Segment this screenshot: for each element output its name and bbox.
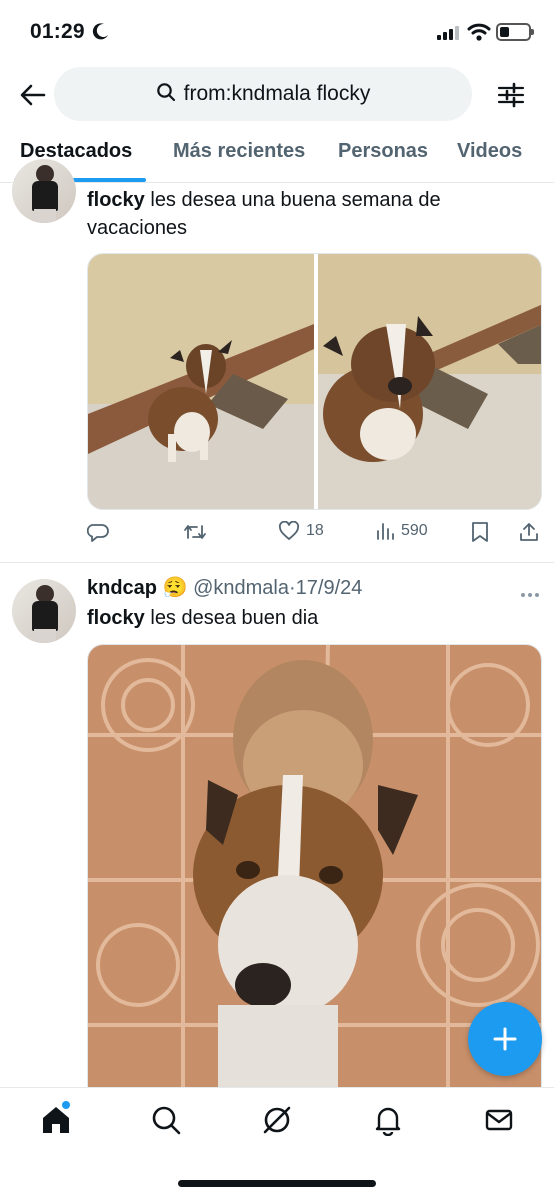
avatar[interactable]	[12, 579, 76, 643]
messages-icon[interactable]	[483, 1104, 515, 1136]
bookmark-button[interactable]	[471, 521, 489, 543]
grok-icon[interactable]	[261, 1104, 293, 1136]
compose-button[interactable]	[468, 1002, 542, 1076]
status-time: 01:29	[30, 20, 85, 43]
avatar[interactable]	[12, 159, 76, 223]
back-arrow-icon[interactable]	[18, 80, 48, 110]
tweet-header: kndcap 😮‍💨 @kndmala·17/9/24	[87, 577, 363, 599]
author-emoji: 😮‍💨	[162, 577, 188, 599]
home-indicator	[178, 1180, 376, 1187]
tweet[interactable]: kndcap 😮‍💨 @kndmala·17/9/24 flocky les d…	[0, 563, 554, 1093]
tweet-text: flocky les desea buen dia	[87, 607, 319, 629]
like-count: 18	[306, 522, 324, 539]
search-icon	[156, 82, 176, 107]
search-tabs: Destacados Más recientes Personas Videos	[0, 128, 554, 183]
tweet-actions: 18 590	[87, 521, 542, 551]
views-button[interactable]: 590	[375, 521, 428, 541]
view-count: 590	[401, 522, 428, 539]
tab-mas-recientes[interactable]: Más recientes	[173, 140, 305, 163]
battery-icon	[496, 23, 534, 41]
author-handle[interactable]: @kndmala	[193, 577, 289, 599]
status-bar: 01:29	[0, 0, 554, 64]
tweet[interactable]: flocky les desea una buena semana de vac…	[0, 159, 554, 563]
tab-personas[interactable]: Personas	[338, 140, 428, 163]
reply-button[interactable]	[87, 521, 109, 543]
notification-dot	[62, 1101, 70, 1109]
more-options-icon[interactable]	[520, 585, 540, 603]
wifi-icon	[467, 22, 491, 47]
plus-icon	[493, 1027, 517, 1051]
filter-icon[interactable]	[496, 80, 526, 110]
tweet-media[interactable]	[87, 253, 542, 510]
home-icon[interactable]	[40, 1101, 72, 1136]
repost-button[interactable]	[183, 521, 207, 543]
signal-icon	[437, 25, 459, 40]
share-button[interactable]	[518, 521, 540, 543]
search-query: from:kndmala flocky	[183, 82, 371, 105]
search-nav-icon[interactable]	[150, 1104, 182, 1136]
tweet-date[interactable]: 17/9/24	[296, 577, 363, 599]
like-button[interactable]: 18	[278, 521, 324, 541]
tweet-text: flocky les desea una buena semana de vac…	[87, 189, 441, 239]
author-name[interactable]: kndcap	[87, 577, 157, 599]
search-header: from:kndmala flocky	[0, 64, 554, 124]
notifications-icon[interactable]	[372, 1104, 404, 1137]
moon-icon	[92, 22, 110, 45]
tab-videos[interactable]: Videos	[457, 140, 522, 163]
dog-photos	[88, 254, 541, 509]
search-input[interactable]: from:kndmala flocky	[54, 67, 472, 121]
